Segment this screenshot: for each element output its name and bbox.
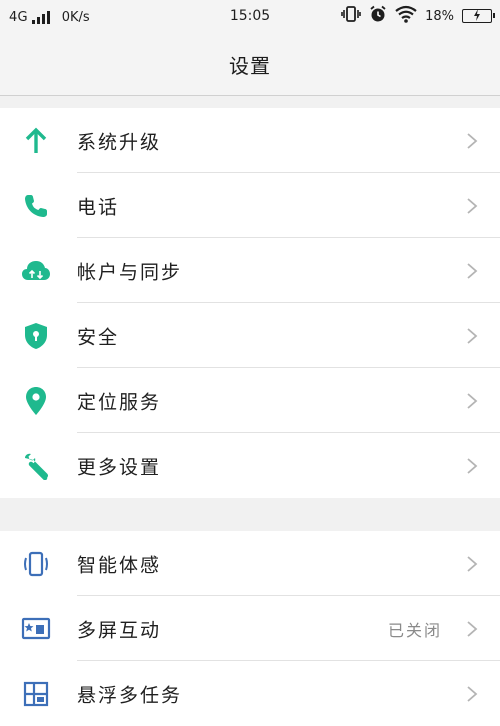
location-pin-icon xyxy=(20,385,52,417)
settings-item-status: 已关闭 xyxy=(387,620,442,640)
section-gap xyxy=(0,96,500,108)
settings-group-2: 智能体感 多屏互动 已关闭 悬浮多任务 xyxy=(0,531,500,726)
battery-percent: 18% xyxy=(425,8,454,24)
title-bar: 设置 xyxy=(0,34,500,96)
settings-item-label: 悬浮多任务 xyxy=(77,684,183,706)
alarm-icon xyxy=(369,5,387,27)
settings-item-system-update[interactable]: 系统升级 xyxy=(0,108,500,173)
settings-item-accounts-sync[interactable]: 帐户与同步 xyxy=(0,238,500,303)
settings-item-label: 多屏互动 xyxy=(77,619,162,641)
chevron-right-icon xyxy=(467,392,478,409)
shield-icon xyxy=(20,320,52,352)
settings-item-floating-multitask[interactable]: 悬浮多任务 xyxy=(0,661,500,726)
settings-item-multi-screen[interactable]: 多屏互动 已关闭 xyxy=(0,596,500,661)
settings-group-1: 系统升级 电话 帐户与同步 安全 定位服务 更多设置 xyxy=(0,108,500,498)
chevron-right-icon xyxy=(467,620,478,637)
chevron-right-icon xyxy=(467,457,478,474)
motion-sense-icon xyxy=(20,548,52,580)
page-title: 设置 xyxy=(229,54,271,78)
settings-item-label: 帐户与同步 xyxy=(77,261,183,283)
settings-item-phone[interactable]: 电话 xyxy=(0,173,500,238)
arrow-up-icon xyxy=(20,125,52,157)
multitask-icon xyxy=(20,678,52,710)
screen-cast-icon xyxy=(20,613,52,645)
settings-item-security[interactable]: 安全 xyxy=(0,303,500,368)
chevron-right-icon xyxy=(467,132,478,149)
cloud-sync-icon xyxy=(20,255,52,287)
chevron-right-icon xyxy=(467,555,478,572)
settings-item-label: 系统升级 xyxy=(77,131,162,153)
settings-item-motion-sense[interactable]: 智能体感 xyxy=(0,531,500,596)
wrench-icon xyxy=(20,450,52,482)
chevron-right-icon xyxy=(467,685,478,702)
phone-icon xyxy=(20,190,52,222)
settings-item-label: 定位服务 xyxy=(77,391,162,413)
section-gap xyxy=(0,498,500,531)
settings-item-label: 电话 xyxy=(77,196,120,218)
settings-item-label: 更多设置 xyxy=(77,456,162,478)
chevron-right-icon xyxy=(467,262,478,279)
status-bar: 4G 0K/s 15:05 18% xyxy=(0,0,500,34)
settings-item-label: 安全 xyxy=(77,326,120,348)
settings-item-label: 智能体感 xyxy=(77,554,162,576)
settings-item-more-settings[interactable]: 更多设置 xyxy=(0,433,500,498)
wifi-icon xyxy=(395,5,417,27)
settings-item-location[interactable]: 定位服务 xyxy=(0,368,500,433)
chevron-right-icon xyxy=(467,327,478,344)
chevron-right-icon xyxy=(467,197,478,214)
battery-icon xyxy=(462,9,495,23)
status-right: 18% xyxy=(341,5,495,27)
vibrate-icon xyxy=(341,5,361,27)
